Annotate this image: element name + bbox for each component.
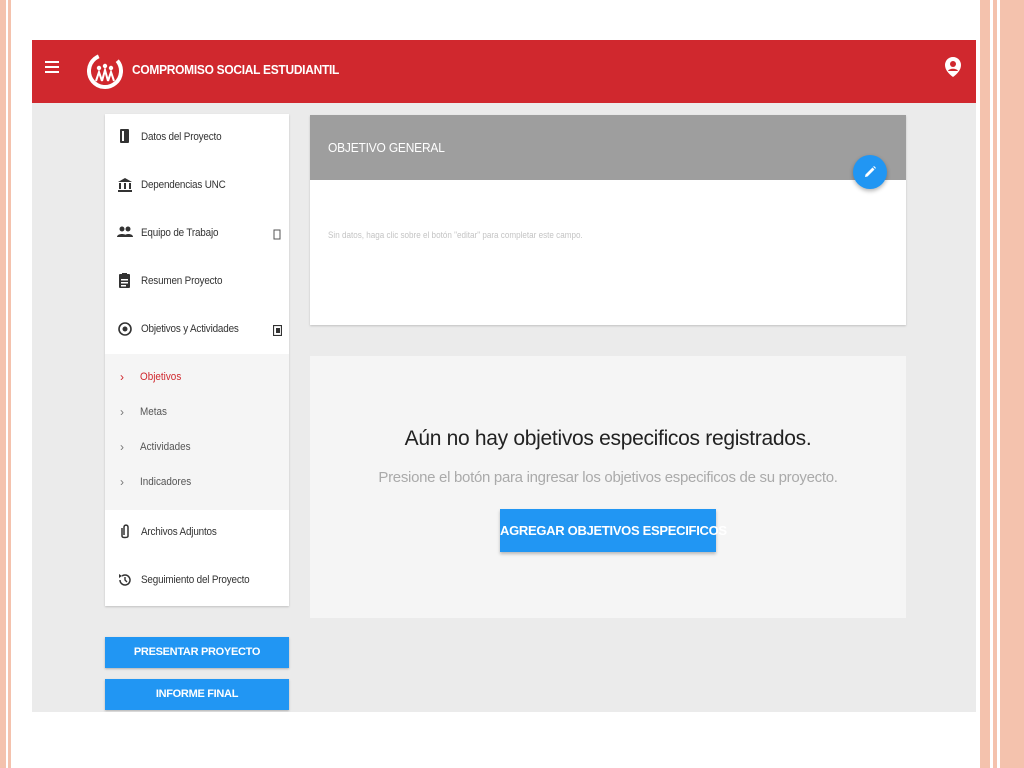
empty-message: Sin datos, haga clic sobre el botón "edi…: [328, 230, 583, 240]
user-account-icon[interactable]: [944, 57, 962, 77]
chevron-right-icon: ›: [120, 475, 124, 489]
submenu-item-indicadores[interactable]: › Indicadores: [105, 465, 289, 499]
submenu-item-label: Objetivos: [140, 371, 182, 383]
sidebar-item-label: Datos del Proyecto: [141, 131, 222, 143]
collapse-box-icon: [273, 325, 282, 336]
submenu-item-objetivos[interactable]: › Objetivos: [105, 360, 289, 394]
sidebar-nav: Datos del Proyecto Dependencias UNC Equi…: [105, 114, 289, 606]
chevron-right-icon: ›: [120, 405, 124, 419]
people-icon: [117, 226, 133, 237]
sidebar-item-datos-proyecto[interactable]: Datos del Proyecto: [105, 117, 289, 157]
sidebar-item-dependencias[interactable]: Dependencias UNC: [105, 165, 289, 205]
edit-button[interactable]: [853, 155, 887, 189]
pencil-icon: [865, 166, 876, 177]
sidebar-item-label: Seguimiento del Proyecto: [141, 574, 250, 586]
paperclip-icon: [121, 524, 129, 539]
submenu-item-label: Metas: [140, 406, 167, 418]
card-title: OBJETIVO GENERAL: [328, 140, 445, 155]
app-window: COMPROMISO SOCIAL ESTUDIANTIL Datos del …: [32, 40, 976, 712]
submenu-item-actividades[interactable]: › Actividades: [105, 430, 289, 464]
slide-right-border: [977, 0, 1024, 768]
add-objetivos-button[interactable]: AGREGAR OBJETIVOS ESPECIFICOS: [500, 509, 727, 552]
book-icon: [120, 129, 129, 143]
sidebar-item-label: Resumen Proyecto: [141, 275, 223, 287]
sidebar-item-objetivos-actividades[interactable]: Objetivos y Actividades: [105, 309, 289, 349]
sidebar-item-archivos[interactable]: Archivos Adjuntos: [105, 512, 289, 552]
slide-left-border: [0, 0, 11, 768]
objetivo-general-card: OBJETIVO GENERAL Sin datos, haga clic so…: [310, 115, 906, 325]
sidebar-item-label: Objetivos y Actividades: [141, 323, 239, 335]
submenu-item-label: Actividades: [140, 441, 191, 453]
empty-state-subtitle: Presione el botón para ingresar los obje…: [378, 469, 838, 486]
final-report-button[interactable]: INFORME FINAL: [105, 679, 289, 710]
sidebar-item-resumen[interactable]: Resumen Proyecto: [105, 261, 289, 301]
expand-box-icon: [273, 229, 281, 240]
history-icon: [119, 574, 131, 586]
objetivos-submenu: › Objetivos › Metas › Actividades › Indi…: [105, 354, 289, 510]
empty-state-title: Aún no hay objetivos especificos registr…: [404, 427, 812, 450]
top-bar: COMPROMISO SOCIAL ESTUDIANTIL: [32, 40, 976, 103]
sidebar-item-seguimiento[interactable]: Seguimiento del Proyecto: [105, 560, 289, 600]
sidebar-item-label: Dependencias UNC: [141, 179, 226, 191]
submenu-item-metas[interactable]: › Metas: [105, 395, 289, 429]
objetivos-especificos-card: Aún no hay objetivos especificos registr…: [310, 356, 906, 618]
app-title: COMPROMISO SOCIAL ESTUDIANTIL: [132, 62, 340, 77]
card-header: OBJETIVO GENERAL: [310, 115, 906, 180]
sidebar-item-label: Archivos Adjuntos: [141, 526, 217, 538]
clipboard-icon: [119, 273, 130, 288]
present-project-button[interactable]: PRESENTAR PROYECTO: [105, 637, 289, 668]
chevron-right-icon: ›: [120, 370, 124, 384]
chevron-right-icon: ›: [120, 440, 124, 454]
hamburger-menu-icon[interactable]: [45, 61, 59, 73]
institution-icon: [118, 178, 132, 192]
sidebar-item-label: Equipo de Trabajo: [141, 227, 219, 239]
radio-target-icon: [118, 322, 132, 336]
sidebar-item-equipo[interactable]: Equipo de Trabajo: [105, 213, 289, 253]
app-logo: [87, 53, 123, 89]
submenu-item-label: Indicadores: [140, 476, 192, 488]
